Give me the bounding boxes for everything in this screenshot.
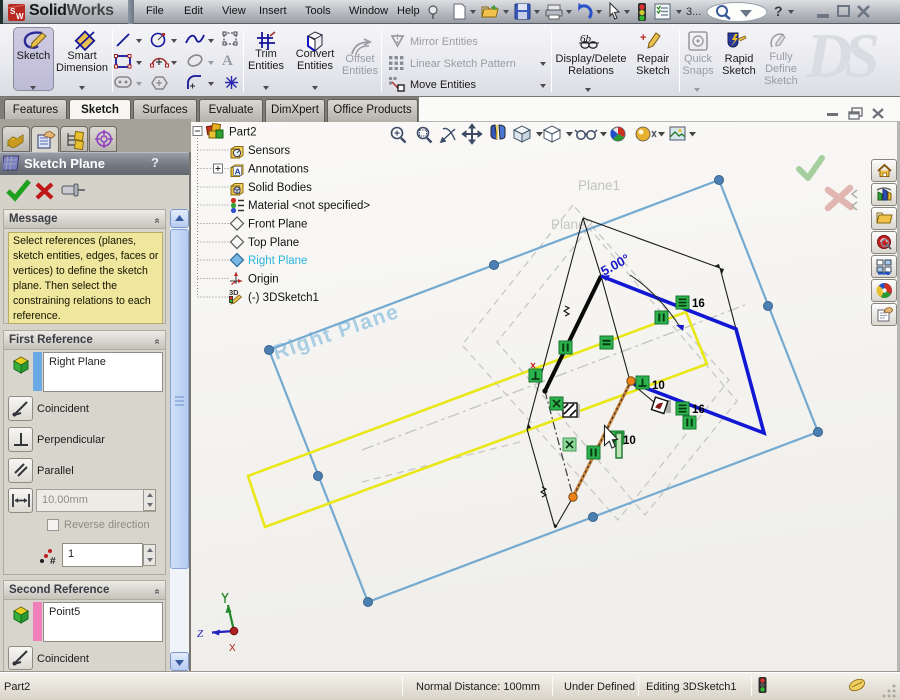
svg-text:W: W (16, 12, 24, 21)
svg-text:(-) 3DSketch1: (-) 3DSketch1 (248, 292, 319, 304)
svg-text:Material <not specified>: Material <not specified> (248, 200, 370, 212)
svg-text:Origin: Origin (248, 274, 279, 286)
svg-text:Right Plane: Right Plane (248, 255, 307, 267)
svg-text:A: A (235, 167, 241, 177)
svg-text:+: + (640, 32, 646, 44)
svg-text:Front Plane: Front Plane (248, 219, 307, 231)
svg-text:#: # (50, 556, 56, 565)
svg-text:Top Plane: Top Plane (248, 237, 299, 249)
svg-text:Annotations: Annotations (248, 164, 309, 176)
svg-text:Part2: Part2 (229, 127, 257, 139)
svg-text:Sensors: Sensors (248, 145, 290, 157)
svg-text:Solid Bodies: Solid Bodies (248, 182, 312, 194)
